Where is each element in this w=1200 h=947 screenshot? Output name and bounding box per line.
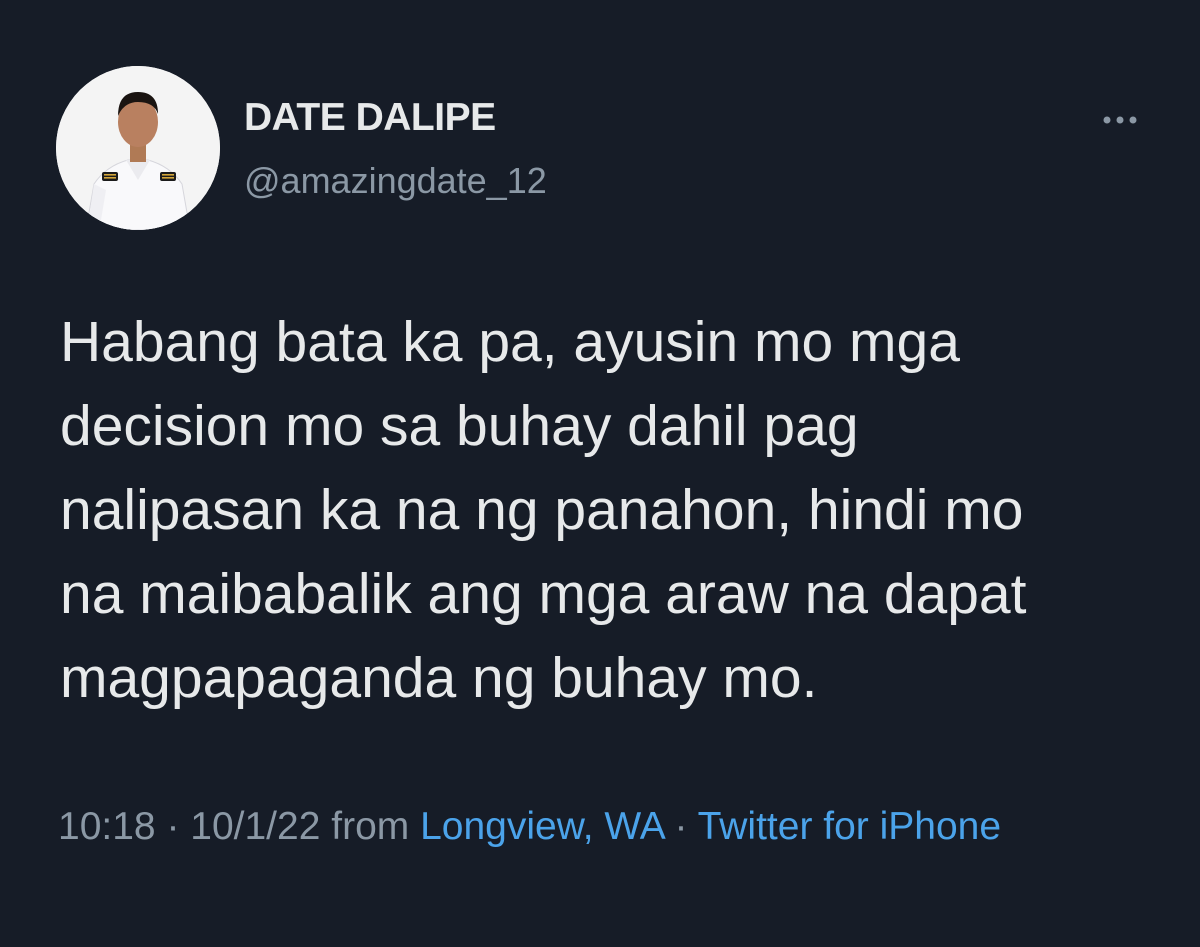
display-name[interactable]: DATE DALIPE <box>244 96 496 140</box>
more-options-button[interactable] <box>1092 100 1148 140</box>
tweet-text: Habang bata ka pa, ayusin mo mga decisio… <box>60 300 1170 720</box>
profile-photo <box>56 66 220 230</box>
tweet-card: DATE DALIPE @amazingdate_12 Habang bata … <box>0 0 1200 947</box>
tweet-text-line: Habang bata ka pa, ayusin mo mga <box>60 310 960 374</box>
meta-separator: · <box>663 805 698 848</box>
meta-separator: · <box>155 805 191 848</box>
location-link[interactable]: Longview, WA <box>420 805 664 848</box>
from-label: from <box>320 805 421 848</box>
user-handle[interactable]: @amazingdate_12 <box>244 160 547 202</box>
tweet-time[interactable]: 10:18 <box>58 805 156 848</box>
tweet-text-line: nalipasan ka na ng panahon, hindi mo <box>60 478 1024 542</box>
tweet-text-line: magpapaganda ng buhay mo. <box>60 646 818 710</box>
tweet-text-line: na maibabalik ang mga araw na dapat <box>60 562 1027 626</box>
more-horizontal-icon <box>1103 116 1137 124</box>
tweet-metadata: 10:18 · 10/1/22 from Longview, WA · Twit… <box>58 796 1168 858</box>
source-link[interactable]: Twitter for iPhone <box>698 805 1001 848</box>
tweet-date[interactable]: 10/1/22 <box>190 805 320 848</box>
tweet-text-line: decision mo sa buhay dahil pag <box>60 394 859 458</box>
avatar[interactable] <box>56 66 220 230</box>
